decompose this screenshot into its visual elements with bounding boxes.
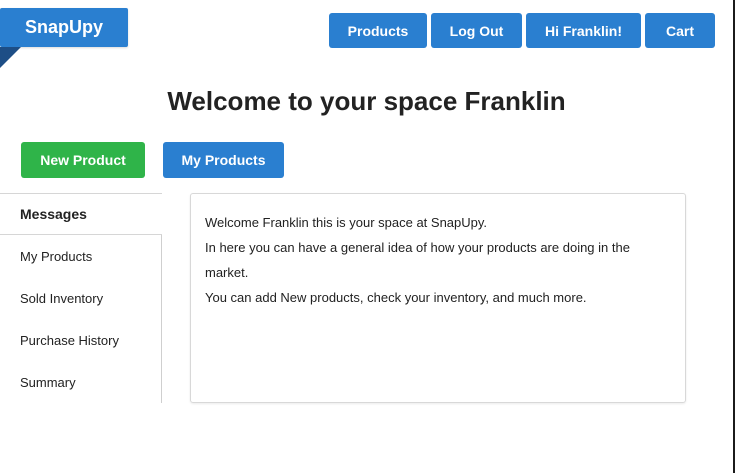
- cart-button[interactable]: Cart: [645, 13, 715, 48]
- user-greeting-button[interactable]: Hi Franklin!: [526, 13, 641, 48]
- sidebar-item-purchase-history[interactable]: Purchase History: [0, 319, 161, 361]
- logout-button[interactable]: Log Out: [431, 13, 522, 48]
- brand-ribbon-fold: [0, 47, 21, 68]
- message-line: In here you can have a general idea of h…: [205, 240, 630, 280]
- messages-panel: Welcome Franklin this is your space at S…: [190, 193, 686, 403]
- sidebar-item-messages[interactable]: Messages: [0, 193, 162, 235]
- sidebar-item-summary[interactable]: Summary: [0, 361, 161, 403]
- message-line: You can add New products, check your inv…: [205, 290, 587, 305]
- my-products-button[interactable]: My Products: [163, 142, 284, 178]
- sidebar-item-label: My Products: [20, 248, 93, 264]
- message-line: Welcome Franklin this is your space at S…: [205, 215, 488, 230]
- page-title: Welcome to your space Franklin: [167, 86, 566, 116]
- sidebar-item-label: Purchase History: [20, 332, 119, 348]
- brand-logo[interactable]: SnapUpy: [0, 8, 128, 47]
- brand-name: SnapUpy: [24, 17, 103, 37]
- page: SnapUpy Products Log Out Hi Franklin! Ca…: [0, 0, 735, 473]
- products-nav-button[interactable]: Products: [329, 13, 427, 48]
- sidebar: Messages My Products Sold Inventory Purc…: [0, 193, 162, 403]
- sidebar-item-my-products[interactable]: My Products: [0, 235, 161, 277]
- sidebar-item-sold-inventory[interactable]: Sold Inventory: [0, 277, 161, 319]
- sidebar-item-label: Summary: [20, 374, 76, 390]
- sidebar-item-label: Sold Inventory: [20, 290, 104, 306]
- new-product-button[interactable]: New Product: [21, 142, 145, 178]
- sidebar-item-label: Messages: [20, 206, 87, 222]
